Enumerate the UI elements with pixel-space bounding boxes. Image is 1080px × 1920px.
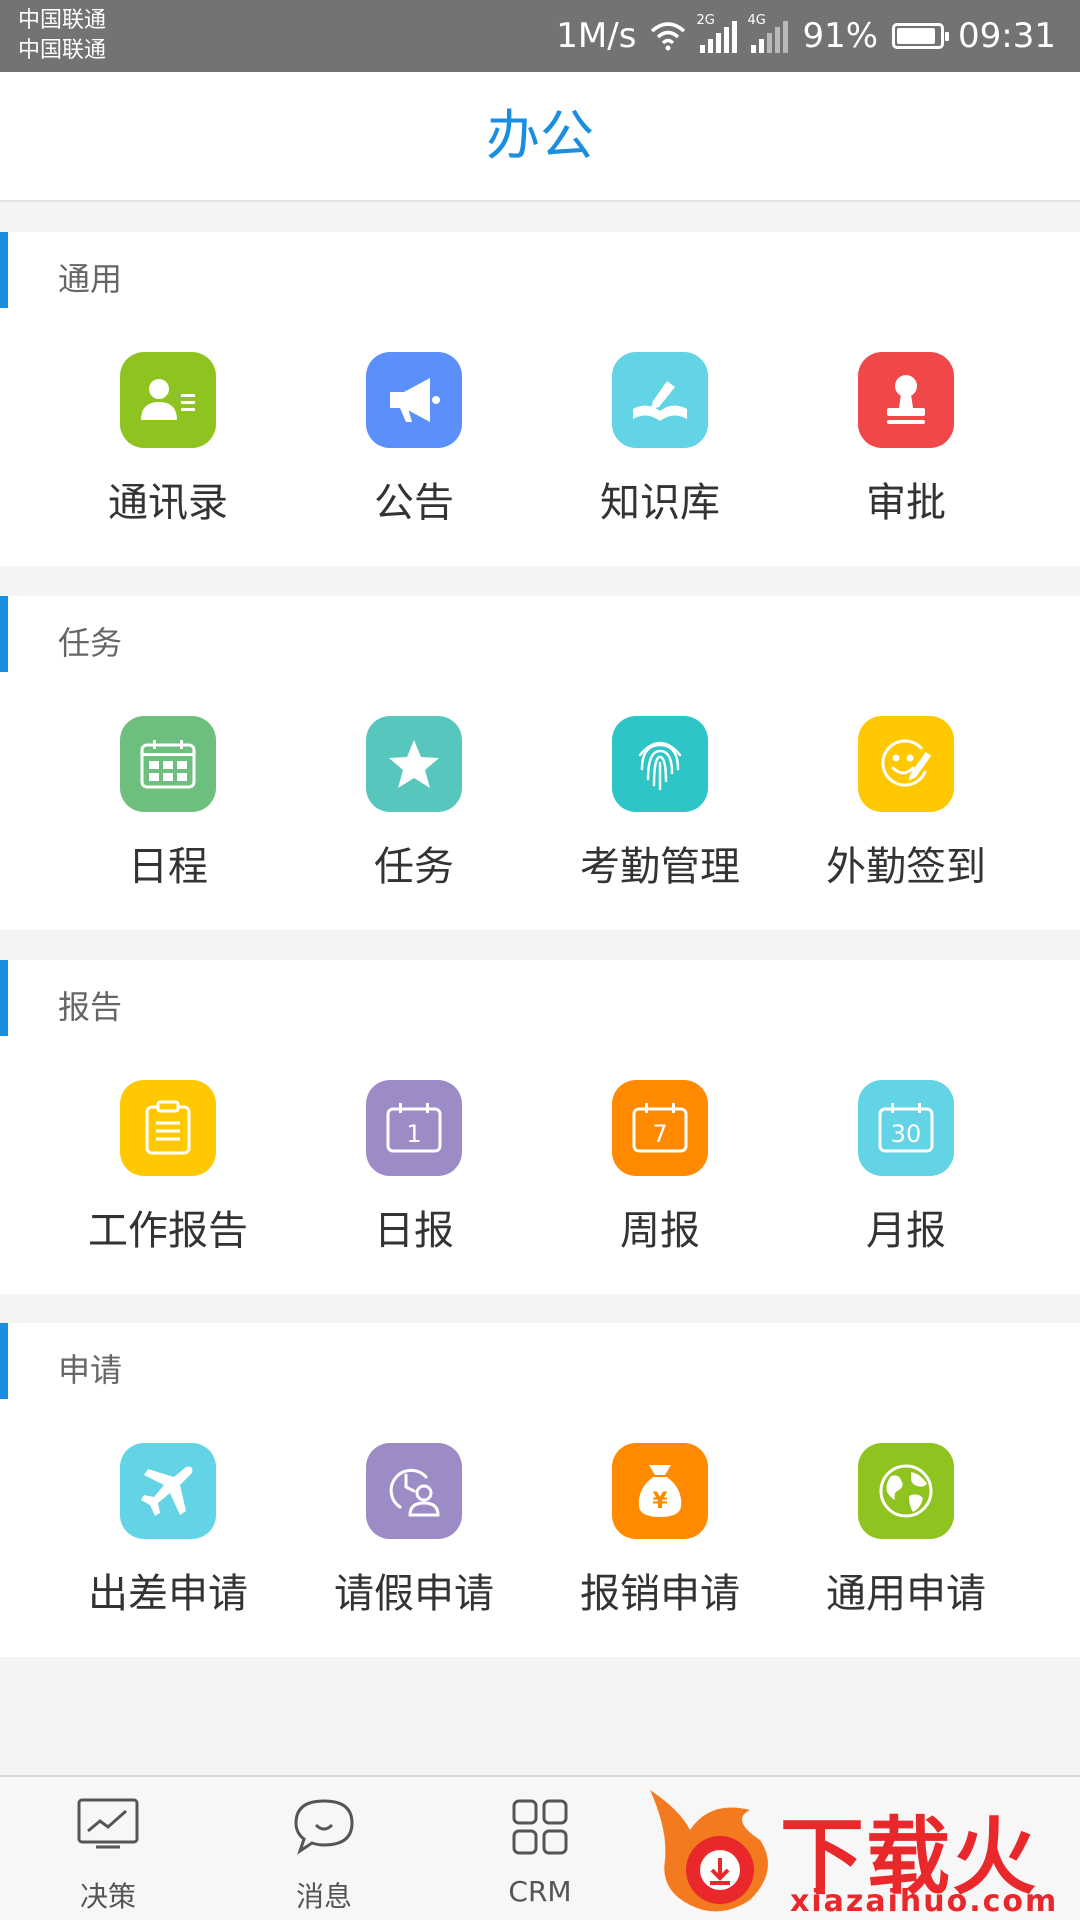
section-marker bbox=[0, 960, 8, 1036]
app-grid: 日程 任务 考勤管理 外勤签到 bbox=[0, 716, 1080, 892]
section-title: 通用 bbox=[58, 260, 123, 298]
app-grid: 出差申请 请假申请 ¥ 报销申请 通用申请 bbox=[0, 1443, 1080, 1619]
app-reimbursement[interactable]: ¥ 报销申请 bbox=[537, 1443, 783, 1619]
app-label: 出差申请 bbox=[88, 1571, 248, 1617]
section-marker bbox=[0, 1323, 8, 1399]
money-bag-icon: ¥ bbox=[612, 1443, 708, 1539]
nav-crm[interactable]: CRM bbox=[450, 1777, 630, 1920]
section-tasks: 任务 日程 任务 考勤管理 外勤签到 bbox=[0, 596, 1080, 930]
app-general-request[interactable]: 通用申请 bbox=[783, 1443, 1029, 1619]
calendar-badge: 30 bbox=[891, 1120, 922, 1148]
battery-icon bbox=[892, 23, 950, 49]
app-work-report[interactable]: 工作报告 bbox=[45, 1080, 291, 1256]
currency-badge: ¥ bbox=[652, 1489, 668, 1514]
app-grid: 通讯录 公告 知识库 审批 bbox=[0, 352, 1080, 528]
app-contacts[interactable]: 通讯录 bbox=[45, 352, 291, 528]
sim2-signal-icon: 4G bbox=[747, 13, 789, 53]
wifi-icon bbox=[651, 22, 686, 51]
carrier-1: 中国联通 bbox=[18, 8, 107, 33]
app-label: 日报 bbox=[374, 1208, 454, 1254]
app-attendance[interactable]: 考勤管理 bbox=[537, 716, 783, 892]
app-label: 工作报告 bbox=[88, 1208, 248, 1254]
star-icon bbox=[366, 716, 462, 812]
sim2-type: 4G bbox=[747, 13, 766, 28]
app-schedule[interactable]: 日程 bbox=[45, 716, 291, 892]
status-bar: 中国联通 中国联通 1M/s 2G 4G 91% 09:31 bbox=[0, 0, 1080, 72]
app-field-checkin[interactable]: 外勤签到 bbox=[783, 716, 1029, 892]
calendar-month-icon: 30 bbox=[858, 1080, 954, 1176]
flame-logo-icon bbox=[650, 1790, 768, 1912]
watermark-logo: 下载火 xiazaihuo.com bbox=[640, 1780, 1080, 1920]
app-label: 知识库 bbox=[600, 480, 720, 526]
app-label: 审批 bbox=[866, 480, 946, 526]
app-label: 外勤签到 bbox=[826, 844, 986, 890]
section-marker bbox=[0, 232, 8, 308]
calendar-day-icon: 1 bbox=[366, 1080, 462, 1176]
smiley-pen-icon bbox=[858, 716, 954, 812]
app-monthly-report[interactable]: 30 月报 bbox=[783, 1080, 1029, 1256]
stamp-icon bbox=[858, 352, 954, 448]
app-label: 周报 bbox=[620, 1208, 700, 1254]
nav-label: 消息 bbox=[295, 1880, 352, 1913]
section-title: 报告 bbox=[58, 988, 123, 1026]
app-daily-report[interactable]: 1 日报 bbox=[291, 1080, 537, 1256]
nav-decision[interactable]: 决策 bbox=[18, 1777, 198, 1920]
app-header: 办公 bbox=[0, 72, 1080, 202]
net-speed: 1M/s bbox=[556, 16, 637, 56]
megaphone-icon bbox=[366, 352, 462, 448]
airplane-icon bbox=[120, 1443, 216, 1539]
chart-line-icon bbox=[77, 1798, 139, 1849]
app-label: 通讯录 bbox=[108, 480, 228, 526]
status-indicators: 1M/s 2G 4G 91% 09:31 bbox=[556, 0, 1056, 72]
fingerprint-icon bbox=[612, 716, 708, 812]
grid-apps-icon bbox=[512, 1799, 568, 1855]
app-label: 考勤管理 bbox=[580, 844, 740, 890]
contact-card-icon bbox=[120, 352, 216, 448]
book-pen-icon bbox=[612, 352, 708, 448]
calendar-badge: 7 bbox=[652, 1120, 667, 1148]
chat-bubble-icon bbox=[294, 1799, 354, 1855]
battery-percent: 91% bbox=[802, 16, 879, 56]
calendar-grid-icon bbox=[120, 716, 216, 812]
app-label: 月报 bbox=[866, 1208, 946, 1254]
app-label: 报销申请 bbox=[580, 1571, 740, 1617]
section-applications: 申请 出差申请 请假申请 ¥ 报销申请 通用申请 bbox=[0, 1323, 1080, 1657]
section-reports: 报告 工作报告 1 日报 7 周报 30 月报 bbox=[0, 960, 1080, 1294]
app-approval[interactable]: 审批 bbox=[783, 352, 1029, 528]
carrier-2: 中国联通 bbox=[18, 38, 107, 63]
app-label: 任务 bbox=[374, 844, 454, 890]
sim1-type: 2G bbox=[696, 13, 715, 28]
nav-label: 决策 bbox=[79, 1880, 136, 1913]
section-marker bbox=[0, 596, 8, 672]
carrier-names: 中国联通 中国联通 bbox=[18, 6, 106, 66]
app-grid: 工作报告 1 日报 7 周报 30 月报 bbox=[0, 1080, 1080, 1256]
app-label: 通用申请 bbox=[826, 1571, 986, 1617]
globe-icon bbox=[858, 1443, 954, 1539]
app-knowledge-base[interactable]: 知识库 bbox=[537, 352, 783, 528]
calendar-week-icon: 7 bbox=[612, 1080, 708, 1176]
app-label: 日程 bbox=[128, 844, 208, 890]
clipboard-icon bbox=[120, 1080, 216, 1176]
section-general: 通用 通讯录 公告 知识库 审批 bbox=[0, 232, 1080, 566]
screen: 中国联通 中国联通 1M/s 2G 4G 91% 09:31 办公 通用 通讯录… bbox=[0, 0, 1080, 1920]
app-business-trip[interactable]: 出差申请 bbox=[45, 1443, 291, 1619]
section-title: 申请 bbox=[58, 1351, 123, 1389]
sim1-signal-icon: 2G bbox=[696, 13, 738, 53]
calendar-badge: 1 bbox=[406, 1120, 421, 1148]
app-label: 请假申请 bbox=[334, 1571, 494, 1617]
app-announcement[interactable]: 公告 bbox=[291, 352, 537, 528]
section-title: 任务 bbox=[58, 624, 123, 662]
app-label: 公告 bbox=[374, 480, 454, 526]
clock-person-icon bbox=[366, 1443, 462, 1539]
clock: 09:31 bbox=[958, 16, 1056, 56]
app-task[interactable]: 任务 bbox=[291, 716, 537, 892]
app-weekly-report[interactable]: 7 周报 bbox=[537, 1080, 783, 1256]
nav-messages[interactable]: 消息 bbox=[234, 1777, 414, 1920]
nav-label: CRM bbox=[508, 1875, 572, 1908]
watermark-url: xiazaihuo.com bbox=[790, 1884, 1059, 1919]
app-leave-request[interactable]: 请假申请 bbox=[291, 1443, 537, 1619]
page-title: 办公 bbox=[486, 104, 594, 167]
